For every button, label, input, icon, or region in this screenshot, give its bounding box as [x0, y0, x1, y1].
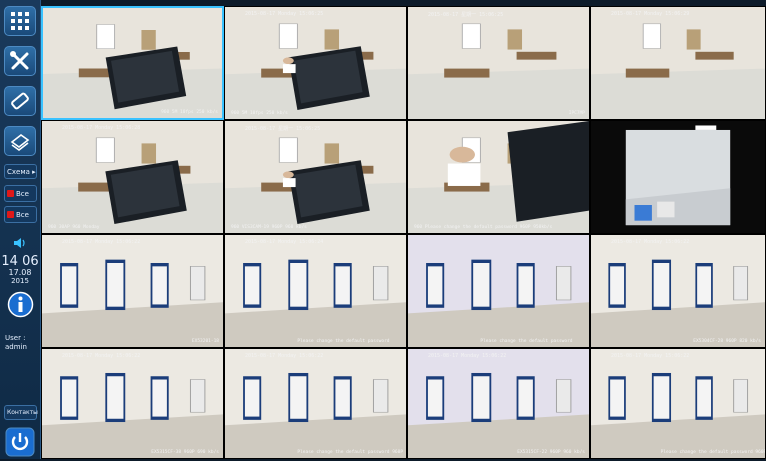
camera-timestamp: 2015-08-17 星期一 15:06:25 [428, 12, 504, 18]
camera-overlay-text: 960 30АР 960 Monday [48, 225, 100, 230]
tag-icon [11, 92, 29, 110]
camera-overlay-text: Please change the default password [480, 339, 573, 344]
alarm-all-button-2[interactable]: Все [4, 206, 37, 223]
camera-timestamp: 2015-08-17 Monday 15:06:25 [245, 11, 324, 17]
power-icon [5, 427, 35, 457]
camera-timestamp: 2015-08-17 Monday 15:06:28 [62, 125, 141, 131]
clock-date: 17.08 [8, 268, 32, 277]
camera-timestamp: 2015-08-17 Monday 15:06:22 [611, 239, 690, 245]
camera-timestamp: 2015-08-17 Monday 15:06:22 [62, 239, 141, 245]
camera-tile-13[interactable]: 2015-08-17 Monday 15:06:22 EX5315CF-38 96… [41, 348, 224, 459]
camera-tile-9[interactable]: 2015-08-17 Monday 15:06:22 EX53201-18 [41, 234, 224, 348]
clock-time: 14 06 [1, 254, 39, 269]
camera-tile-8[interactable] [590, 120, 766, 234]
power-button[interactable] [5, 427, 35, 461]
camera-overlay-text: 960 Please change the default password 9… [414, 225, 553, 230]
camera-tile-6[interactable]: 2015-08-17 星期一 15:06:25 960 VIS3CAM-19 96… [224, 120, 407, 234]
camera-tile-11[interactable]: Please change the default password [407, 234, 590, 348]
alarm-all-button-1[interactable]: Все [4, 185, 37, 202]
camera-overlay-text: Please change the default password 960P … [297, 450, 406, 455]
layers-icon [10, 134, 30, 151]
camera-overlay-text: EX5315CF-22 960P 960 kb/s [517, 450, 585, 455]
camera-tile-4[interactable]: 2015-08-17 Monday 15:06:29 [590, 6, 766, 120]
camera-overlay-text: EX5304CF-28 960P 820 kb/s [693, 339, 761, 344]
all-label-1: Все [16, 189, 29, 198]
grid-layout-button[interactable] [4, 6, 36, 36]
camera-timestamp: 2015-08-17 Monday 15:06:24 [245, 239, 324, 245]
alarm-indicator-icon [7, 190, 14, 197]
tag-button[interactable] [4, 86, 36, 116]
contacts-label: Контакты [7, 409, 38, 416]
camera-tile-10[interactable]: 2015-08-17 Monday 15:06:24 Please change … [224, 234, 407, 348]
camera-tile-1[interactable]: 960 5М 10fps 250 kb/s [41, 6, 224, 120]
camera-timestamp: 2015-08-17 Monday 15:06:22 [245, 353, 324, 359]
camera-overlay-text: EX53201-18 [191, 339, 219, 344]
camera-tile-14[interactable]: 2015-08-17 Monday 15:06:22 Please change … [224, 348, 407, 459]
camera-timestamp: 2015-08-17 Monday 15:06:22 [62, 353, 141, 359]
camera-overlay-text: Please change the default password 960P … [660, 450, 766, 455]
sidebar: Схема ▸ Все Все 14 06 17.08 2015 User : … [0, 0, 41, 459]
contacts-button[interactable]: Контакты [4, 405, 38, 420]
info-button[interactable] [7, 291, 34, 322]
camera-tile-16[interactable]: 2015-08-17 Monday 15:06:22 Please change … [590, 348, 766, 459]
camera-tile-7[interactable]: 960 Please change the default password 9… [407, 120, 590, 234]
camera-overlay-text: EX5315CF-38 960P 690 kb/s [151, 450, 219, 455]
all-label-2: Все [16, 210, 29, 219]
camera-tile-5[interactable]: 2015-08-17 Monday 15:06:28 960 30АР 960 M… [41, 120, 224, 234]
schema-label: Схема ▸ [7, 167, 36, 176]
camera-overlay-text: Please change the default password [297, 339, 390, 344]
camera-tile-3[interactable]: 2015-08-17 星期一 15:06:25 IPC7MP [407, 6, 590, 120]
settings-tools-button[interactable] [4, 46, 36, 76]
clock-year: 2015 [11, 277, 29, 285]
camera-overlay-text: 960 VIS3CAM-19 960P 960 kb/s [231, 225, 307, 230]
camera-timestamp: 2015-08-17 星期一 15:06:25 [245, 126, 321, 132]
layers-button[interactable] [4, 126, 36, 156]
camera-tile-2[interactable]: 2015-08-17 Monday 15:06:25 960 5М 10fps 2… [224, 6, 407, 120]
camera-overlay-text: 960 5М 10fps 250 kb/s [161, 110, 218, 115]
volume-icon[interactable] [13, 235, 27, 254]
camera-tile-15[interactable]: 2015-08-17 Monday 15:06:22 EX5315CF-22 96… [407, 348, 590, 459]
tools-icon [10, 51, 29, 70]
user-name: admin [5, 343, 27, 351]
alarm-indicator-icon [7, 211, 14, 218]
user-label: User : [5, 334, 26, 342]
grid-icon [11, 12, 29, 30]
info-icon [7, 291, 34, 318]
camera-timestamp: 2015-08-17 Monday 15:06:29 [611, 11, 690, 17]
camera-overlay-text: IPC7MP [568, 111, 585, 116]
camera-overlay-text: 960 5М 10fps 250 kb/s [231, 111, 288, 116]
camera-timestamp: 2015-08-17 Monday 15:06:22 [611, 353, 690, 359]
camera-tile-12[interactable]: 2015-08-17 Monday 15:06:22 EX5304CF-28 96… [590, 234, 766, 348]
schema-button[interactable]: Схема ▸ [4, 164, 37, 179]
camera-timestamp: 2015-08-17 Monday 15:06:22 [428, 353, 507, 359]
camera-grid: 960 5М 10fps 250 kb/s 2015-08-17 Monday 1… [41, 6, 766, 459]
